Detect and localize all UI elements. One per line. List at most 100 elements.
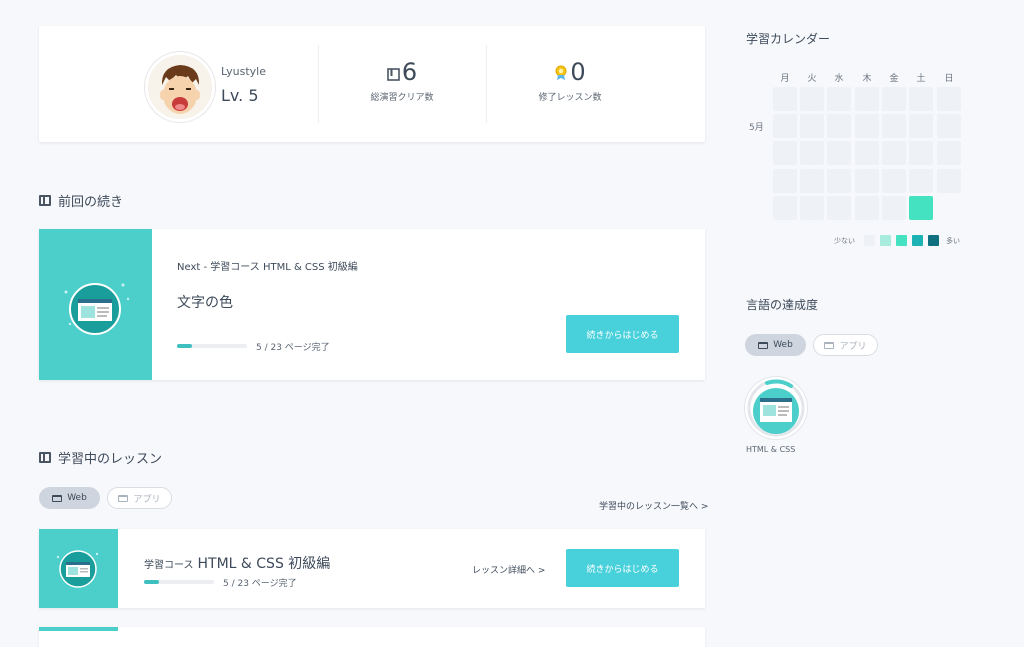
progress-fill	[177, 344, 193, 348]
calendar-day-cell[interactable]	[800, 196, 824, 220]
section-title: 前回の続き	[58, 195, 124, 210]
lesson-detail-link[interactable]: レッスン詳細へ >	[472, 563, 545, 576]
lesson-title: 学習コース HTML & CSS 初級編	[144, 553, 330, 573]
calendar-day-cell[interactable]	[937, 141, 961, 165]
weekday-label: 土	[916, 74, 926, 84]
continue-button[interactable]: 続きからはじめる	[566, 549, 679, 587]
calendar-day-cell[interactable]	[909, 196, 933, 220]
username: Lyustyle	[221, 65, 266, 78]
filter-app-pill[interactable]: アプリ	[813, 334, 878, 356]
continue-heading: 前回の続き	[39, 191, 123, 210]
stat-completed-lessons: 0 修了レッスン数	[510, 60, 630, 103]
stat-label: 総演習クリア数	[370, 93, 434, 103]
filter-app-pill[interactable]: アプリ	[107, 487, 172, 509]
weekday-label: 月	[780, 74, 790, 84]
calendar-day-cell[interactable]	[827, 196, 851, 220]
lesson-prefix: 学習コース	[144, 560, 194, 571]
weekday-label: 金	[889, 74, 899, 84]
calendar-day-cell[interactable]	[909, 114, 933, 138]
stat-label: 修了レッスン数	[538, 93, 602, 103]
book-icon	[39, 195, 51, 206]
calendar-day-cell[interactable]	[773, 196, 797, 220]
legend-swatch	[880, 235, 891, 246]
calendar-day-cell[interactable]	[827, 87, 851, 111]
pill-label: アプリ	[133, 494, 161, 505]
progress-bar	[177, 344, 247, 348]
progress-fill	[144, 580, 160, 584]
stat-value: 0	[570, 58, 586, 86]
calendar-day-cell[interactable]	[882, 141, 906, 165]
window-icon	[52, 494, 63, 502]
calendar-heading: 学習カレンダー	[746, 32, 831, 46]
weekday-label: 水	[834, 74, 844, 84]
lesson-thumbnail	[39, 627, 118, 631]
lesson-list-link[interactable]: 学習中のレッスン一覧へ >	[599, 499, 708, 512]
lesson-thumbnail	[39, 529, 118, 608]
calendar-day-cell[interactable]	[909, 141, 933, 165]
calendar-day-cell[interactable]	[882, 87, 906, 111]
calendar-day-cell[interactable]	[882, 196, 906, 220]
weekday-label: 木	[862, 74, 872, 84]
calendar-day-cell[interactable]	[882, 169, 906, 193]
device-icon	[118, 494, 129, 502]
calendar-day-cell[interactable]	[882, 114, 906, 138]
badge-label: HTML & CSS	[746, 445, 796, 454]
lesson-card[interactable]	[39, 627, 705, 647]
calendar-day-cell[interactable]	[773, 114, 797, 138]
calendar-day-cell[interactable]	[937, 87, 961, 111]
calendar-day-cell[interactable]	[909, 169, 933, 193]
calendar-day-cell[interactable]	[855, 87, 879, 111]
legend-swatch	[896, 235, 907, 246]
calendar-day-cell[interactable]	[909, 87, 933, 111]
calendar-day-cell[interactable]	[855, 169, 879, 193]
profile-card: Lyustyle Lv. 5 6 総演習クリア数 0 修了レッスン数	[39, 26, 705, 142]
pill-label: アプリ	[839, 341, 867, 352]
legend-swatch	[928, 235, 939, 246]
calendar-day-cell[interactable]	[800, 114, 824, 138]
lesson-name: HTML & CSS 初級編	[197, 556, 331, 572]
calendar-day-cell[interactable]	[827, 114, 851, 138]
divider	[318, 45, 319, 123]
achievement-heading: 言語の達成度	[746, 298, 819, 312]
calendar-day-cell[interactable]	[855, 114, 879, 138]
calendar-day-cell[interactable]	[800, 169, 824, 193]
month-label: 5月	[749, 123, 764, 133]
book-icon	[39, 452, 51, 463]
legend-more-label: 多い	[946, 237, 960, 245]
calendar-day-cell[interactable]	[937, 169, 961, 193]
calendar-day-cell[interactable]	[773, 87, 797, 111]
weekday-label: 火	[807, 74, 817, 84]
medal-icon	[554, 61, 568, 85]
lesson-title: 文字の色	[177, 295, 233, 311]
filter-web-pill[interactable]: Web	[39, 487, 100, 509]
calendar-day-cell[interactable]	[800, 87, 824, 111]
learning-heading: 学習中のレッスン	[39, 448, 162, 467]
legend-swatch	[864, 235, 875, 246]
user-level: Lv. 5	[221, 86, 259, 105]
stat-cleared-exercises: 6 総演習クリア数	[342, 60, 462, 103]
next-course-label: Next - 学習コース HTML & CSS 初級編	[177, 262, 358, 273]
legend-less-label: 少ない	[834, 237, 855, 245]
calendar-day-cell[interactable]	[800, 141, 824, 165]
pill-label: Web	[67, 493, 87, 503]
lesson-card[interactable]: 学習コース HTML & CSS 初級編 5 / 23 ページ完了 レッスン詳細へ…	[39, 529, 705, 608]
calendar-day-cell[interactable]	[827, 169, 851, 193]
lesson-thumbnail	[39, 229, 152, 380]
divider	[486, 45, 487, 123]
continue-card[interactable]: Next - 学習コース HTML & CSS 初級編 文字の色 5 / 23 …	[39, 229, 705, 380]
calendar-day-cell[interactable]	[773, 169, 797, 193]
progress-text: 5 / 23 ページ完了	[256, 343, 330, 353]
html-css-badge[interactable]	[745, 377, 807, 439]
calendar-day-cell[interactable]	[855, 196, 879, 220]
calendar-day-cell[interactable]	[773, 141, 797, 165]
calendar-day-cell[interactable]	[855, 141, 879, 165]
calendar-day-cell[interactable]	[827, 141, 851, 165]
calendar-day-cell[interactable]	[937, 114, 961, 138]
stat-value: 6	[401, 58, 418, 86]
user-avatar[interactable]	[145, 52, 215, 122]
filter-web-pill[interactable]: Web	[745, 334, 806, 356]
window-icon	[758, 341, 769, 349]
continue-button[interactable]: 続きからはじめる	[566, 315, 679, 353]
pill-label: Web	[773, 340, 793, 350]
device-icon	[824, 341, 835, 349]
